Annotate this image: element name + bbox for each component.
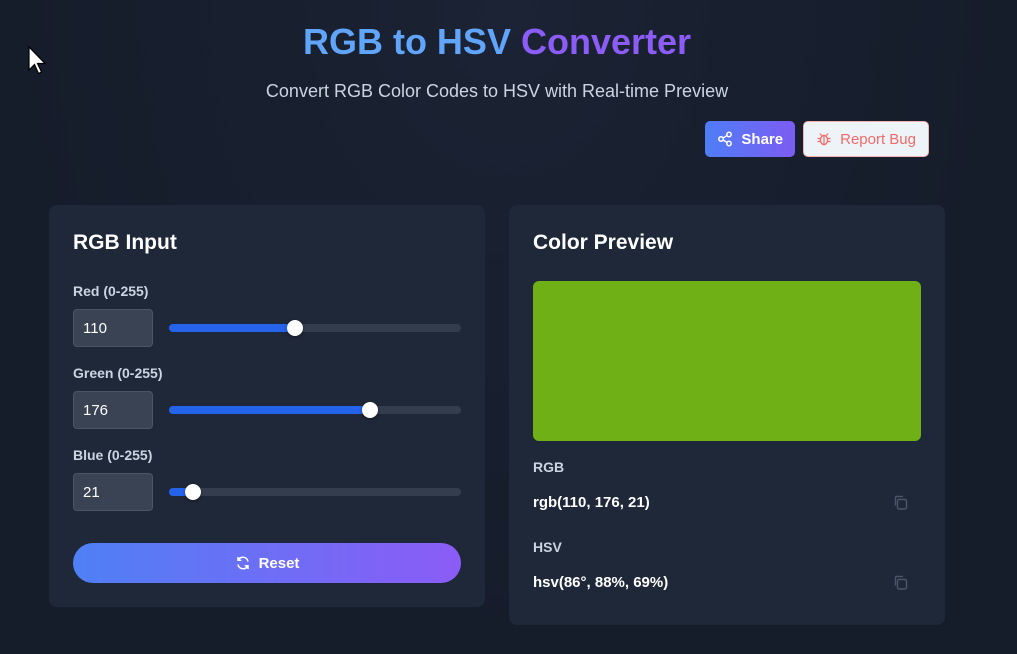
green-input[interactable] (73, 391, 153, 429)
red-input[interactable] (73, 309, 153, 347)
hsv-value-label: HSV (533, 539, 562, 555)
page: RGB to HSV Converter Convert RGB Color C… (0, 0, 1017, 654)
page-title-part1: RGB to HSV (302, 21, 511, 62)
share-button[interactable]: Share (705, 121, 796, 157)
header-actions: Share Report Bug (705, 121, 929, 157)
rgb-value-label: RGB (533, 459, 565, 475)
rgb-value-text: rgb(110, 176, 21) (533, 494, 650, 511)
rgb-input-card: RGB Input Red (0-255) Green (0-255) Blue… (49, 205, 485, 607)
reset-button-label: Reset (258, 554, 300, 572)
copy-rgb-icon[interactable] (892, 494, 910, 512)
hsv-value-text: hsv(86°, 88%, 69%) (533, 574, 669, 591)
rgb-input-title: RGB Input (73, 231, 177, 254)
page-title-part2: Converter (520, 21, 692, 62)
share-icon (718, 131, 733, 147)
red-slider-thumb[interactable] (286, 320, 303, 336)
green-label: Green (0-255) (73, 365, 163, 381)
red-label: Red (0-255) (73, 283, 149, 299)
report-bug-button-label: Report Bug (840, 130, 916, 148)
page-title: RGB to HSV Converter (0, 20, 994, 64)
bug-icon (817, 133, 831, 146)
blue-slider-thumb[interactable] (184, 484, 201, 500)
blue-input[interactable] (73, 473, 153, 511)
green-slider[interactable] (169, 402, 461, 418)
page-subtitle: Convert RGB Color Codes to HSV with Real… (265, 81, 729, 101)
green-slider-fill (169, 406, 371, 414)
blue-label: Blue (0-255) (73, 447, 153, 463)
reset-button[interactable]: Reset (73, 543, 461, 583)
color-preview-swatch (533, 281, 921, 441)
refresh-icon (236, 556, 249, 570)
color-preview-card: Color Preview RGB rgb(110, 176, 21) HSV … (509, 205, 945, 625)
report-bug-button[interactable]: Report Bug (803, 121, 929, 157)
color-preview-title: Color Preview (533, 231, 674, 254)
share-button-label: Share (741, 130, 784, 148)
blue-slider[interactable] (169, 484, 461, 500)
copy-hsv-icon[interactable] (892, 574, 910, 592)
green-slider-thumb[interactable] (362, 402, 379, 418)
red-slider[interactable] (169, 320, 461, 336)
red-slider-fill (169, 324, 295, 332)
